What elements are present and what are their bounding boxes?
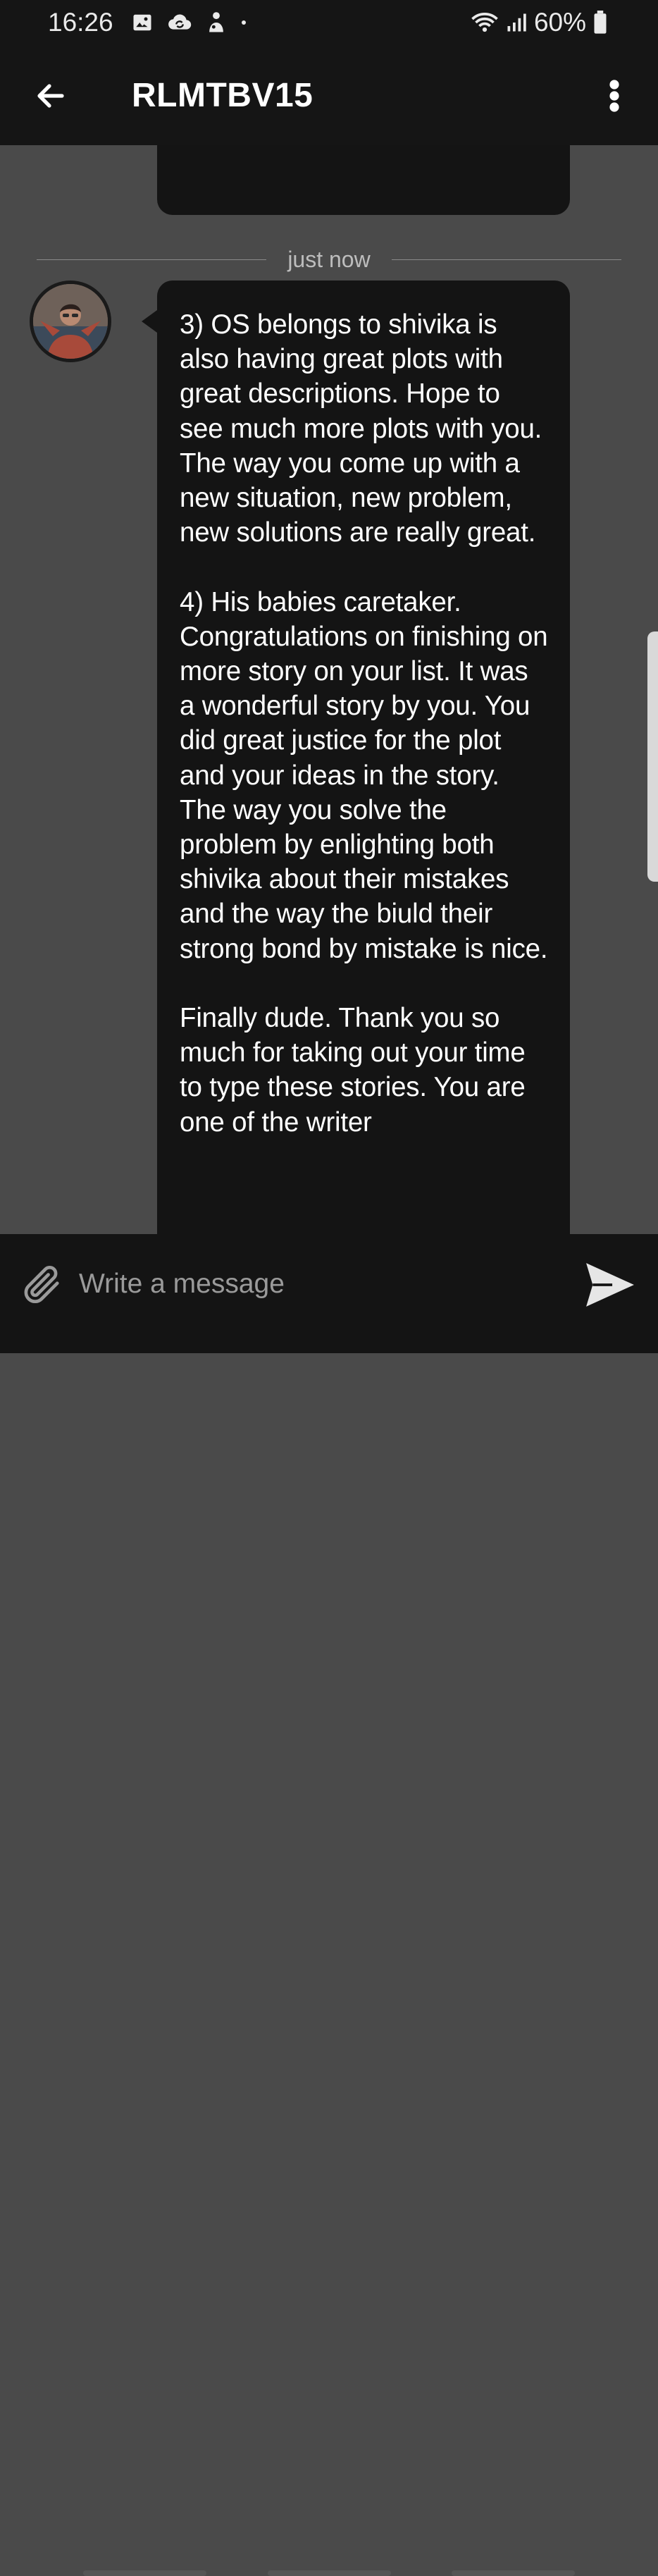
app-bar: RLMTBV15 [0, 45, 658, 145]
dot-icon [240, 19, 247, 26]
composer-bar [0, 1234, 658, 2576]
divider-line-right [391, 259, 622, 260]
bubble-tail [142, 310, 157, 333]
page-title: RLMTBV15 [132, 77, 314, 114]
status-right: 60% [471, 8, 607, 37]
notification-icon [206, 11, 226, 34]
attach-button[interactable] [15, 1259, 66, 1309]
avatar[interactable] [30, 281, 111, 362]
message-input[interactable] [79, 1262, 565, 1306]
send-icon [586, 1263, 634, 1307]
send-button[interactable] [581, 1258, 639, 1312]
message-bubble[interactable]: 3) OS belongs to shivika is also having … [142, 281, 570, 1234]
battery-percent: 60% [533, 8, 586, 37]
nav-handle-left [83, 2570, 206, 2576]
nav-handle-right [452, 2570, 575, 2576]
status-time: 16:26 [48, 8, 113, 37]
divider-line-left [37, 259, 267, 260]
divider-label: just now [287, 246, 371, 272]
image-icon [132, 12, 153, 33]
status-left: 16:26 [48, 8, 247, 37]
wifi-icon [471, 12, 499, 33]
previous-message-bubble [157, 145, 570, 215]
time-divider: just now [37, 245, 622, 273]
more-vertical-icon [609, 80, 619, 112]
scrollbar-thumb[interactable] [647, 631, 658, 882]
cloud-sync-icon [167, 12, 192, 33]
paperclip-icon [24, 1265, 59, 1303]
message-text: 3) OS belongs to shivika is also having … [180, 309, 548, 1138]
nav-handle-center [268, 2570, 391, 2576]
back-button[interactable] [28, 73, 73, 118]
arrow-left-icon [37, 84, 64, 108]
avatar-image [33, 284, 108, 359]
status-bar: 16:26 60% [0, 0, 658, 45]
battery-icon [593, 11, 607, 35]
more-options-button[interactable] [596, 70, 633, 121]
chat-area[interactable]: just now 3) OS belongs to shivika is als… [0, 145, 658, 1234]
signal-icon [506, 12, 527, 33]
